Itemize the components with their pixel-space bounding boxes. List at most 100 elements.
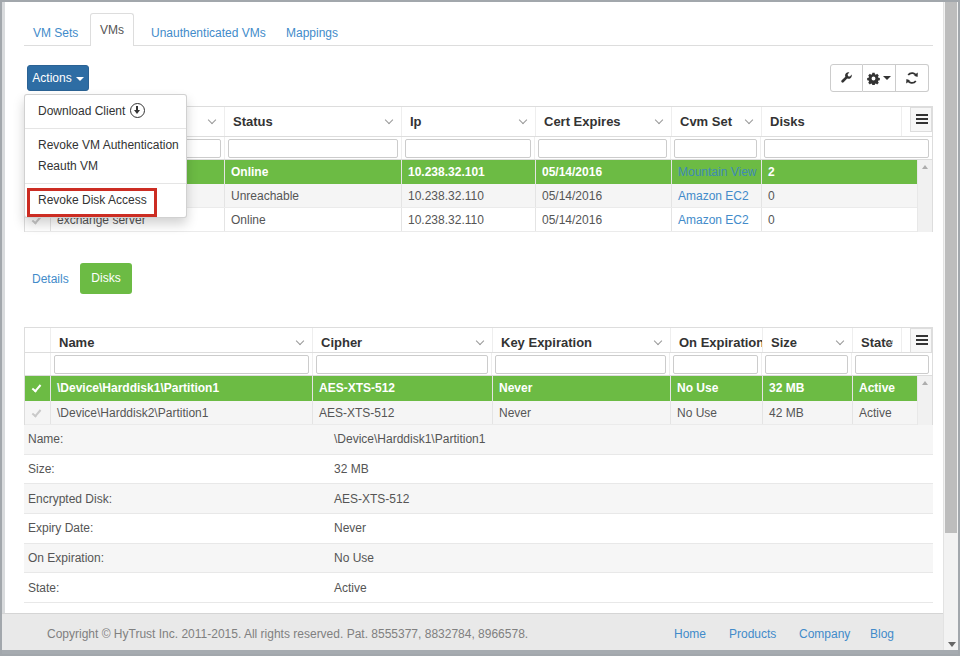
filter-input-disks[interactable] (764, 139, 929, 158)
column-header-on_expiration[interactable]: On Expiration (671, 328, 763, 352)
copyright-text: Copyright © HyTrust Inc. 2011-2015. All … (47, 627, 528, 641)
menu-item-reauth-vm[interactable]: Reauth VM (25, 156, 186, 177)
cell-ip: 10.238.32.101 (402, 160, 536, 184)
cvm-value[interactable]: Amazon EC2 (678, 213, 749, 227)
column-header-size[interactable]: Size (763, 328, 853, 352)
chevron-down-icon[interactable] (385, 117, 392, 124)
scroll-down-icon[interactable] (948, 642, 956, 647)
size-value: 42 MB (769, 406, 804, 420)
footer-link-blog[interactable]: Blog (870, 627, 894, 641)
filter-input-key_expiration[interactable] (495, 355, 666, 374)
detail-value: \Device\Harddisk1\Partition1 (334, 432, 485, 446)
column-header-cert[interactable]: Cert Expires (536, 107, 672, 136)
detail-row: On Expiration:No Use (24, 544, 933, 574)
cell-status: Online (225, 160, 402, 184)
chevron-down-icon[interactable] (836, 338, 843, 345)
column-header-state[interactable]: State (853, 328, 902, 352)
footer-link-products[interactable]: Products (729, 627, 776, 641)
cert-value: 05/14/2016 (542, 165, 602, 179)
column-header-disks[interactable]: Disks (762, 107, 902, 136)
status-value: Online (231, 213, 266, 227)
cipher-value: AES-XTS-512 (319, 406, 394, 420)
filter-input-cert[interactable] (538, 139, 667, 158)
cell-disks: 0 (762, 208, 902, 231)
menu-item-download-client[interactable]: Download Client (25, 101, 186, 122)
table-scrollbar[interactable] (917, 160, 932, 232)
column-header-ip[interactable]: Ip (402, 107, 536, 136)
filter-input-cvm[interactable] (674, 139, 757, 158)
key_expiration-value: Never (499, 406, 531, 420)
disk-table: NameCipher Key Expiration On ExpirationSiz… (24, 327, 933, 425)
scrollbar-thumb[interactable] (945, 2, 957, 533)
page-scrollbar[interactable] (943, 2, 958, 654)
chevron-down-icon[interactable] (885, 338, 892, 345)
chevron-down-icon[interactable] (655, 117, 662, 124)
detail-label: Expiry Date: (24, 521, 334, 535)
table-row[interactable]: \Device\Harddisk1\Partition1 AES-XTS-512 N… (25, 376, 932, 401)
column-header-name[interactable]: Name (51, 328, 313, 352)
cvm-value[interactable]: Amazon EC2 (678, 189, 749, 203)
menu-item-revoke-vm-authentication[interactable]: Revoke VM Authentication (25, 135, 186, 156)
table-toolbar (830, 64, 929, 92)
tab-unauthenticated-vms[interactable]: Unauthenticated VMs (151, 26, 266, 40)
cvm-value[interactable]: Mountain View (678, 165, 757, 179)
column-label: Status (233, 114, 273, 129)
ip-value: 10.238.32.110 (408, 189, 484, 203)
ip-value: 10.238.32.101 (408, 165, 485, 179)
filter-input-cipher[interactable] (316, 355, 489, 374)
cipher-value: AES-XTS-512 (319, 381, 395, 395)
name-value: \Device\Harddisk1\Partition1 (57, 381, 219, 395)
cell-cvm: Amazon EC2 (672, 184, 762, 207)
on_expiration-value: No Use (677, 406, 717, 420)
table-menu-button[interactable] (910, 328, 932, 353)
disk-detail-panel: Name:\Device\Harddisk1\Partition1Size:32… (24, 425, 933, 603)
tab-disks[interactable]: Disks (80, 263, 132, 294)
column-header-key_expiration[interactable]: Key Expiration (493, 328, 671, 352)
filter-input-status[interactable] (228, 139, 398, 158)
chevron-down-icon[interactable] (208, 117, 215, 124)
chevron-down-icon[interactable] (654, 338, 661, 345)
wrench-button[interactable] (830, 64, 863, 92)
column-label: Ip (410, 114, 422, 129)
chevron-down-icon[interactable] (476, 338, 483, 345)
detail-value[interactable]: Never (334, 521, 366, 535)
column-header-cvm[interactable]: Cvm Set (672, 107, 762, 136)
filter-input-name[interactable] (54, 355, 309, 374)
window-left-edge (2, 2, 5, 654)
detail-label: On Expiration: (24, 551, 334, 565)
tab-mappings[interactable]: Mappings (286, 26, 338, 40)
column-header-check (25, 328, 51, 352)
filter-input-state[interactable] (855, 355, 929, 374)
filter-input-size[interactable] (765, 355, 848, 374)
key_expiration-value: Never (499, 381, 532, 395)
detail-value[interactable]: No Use (334, 551, 374, 565)
column-header-cipher[interactable]: Cipher (313, 328, 493, 352)
tab-vm-sets[interactable]: VM Sets (33, 26, 78, 40)
column-header-status[interactable]: Status (225, 107, 402, 136)
chevron-down-icon[interactable] (519, 117, 526, 124)
refresh-button[interactable] (896, 64, 929, 92)
cell-state: Active (853, 401, 902, 424)
table-menu-button[interactable] (910, 107, 932, 132)
cell-status: Online (225, 208, 402, 231)
cell-disks: 2 (762, 160, 902, 184)
footer-link-home[interactable]: Home (674, 627, 706, 641)
filter-input-ip[interactable] (405, 139, 532, 158)
tab-vms[interactable]: VMs (90, 13, 134, 46)
footer-link-company[interactable]: Company (799, 627, 850, 641)
gear-icon (867, 72, 880, 85)
cell-state: Active (853, 376, 902, 401)
tab-details[interactable]: Details (32, 272, 69, 286)
chevron-down-icon[interactable] (745, 117, 752, 124)
table-row[interactable]: \Device\Harddisk2\Partition1AES-XTS-512N… (25, 401, 932, 425)
chevron-down-icon[interactable] (296, 338, 303, 345)
cell-cert: 05/14/2016 (536, 208, 672, 231)
gear-button[interactable] (863, 64, 896, 92)
table-scrollbar[interactable] (917, 376, 932, 425)
column-label: Key Expiration (501, 335, 592, 350)
filter-input-on_expiration[interactable] (673, 355, 758, 374)
scroll-up-icon[interactable] (922, 381, 928, 385)
scroll-up-icon[interactable] (922, 165, 928, 169)
cell-size: 42 MB (763, 401, 853, 424)
actions-button[interactable]: Actions (27, 65, 89, 91)
